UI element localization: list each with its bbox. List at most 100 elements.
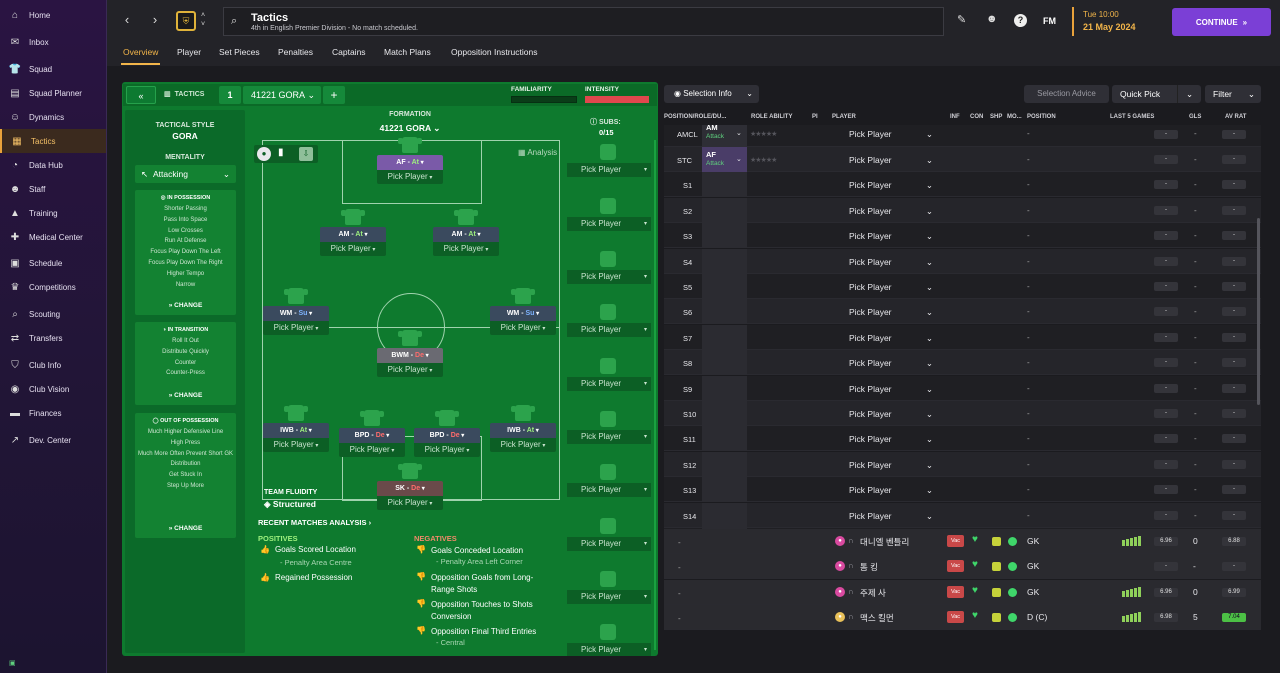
position-role-wm[interactable]: WM - Su ▾: [490, 306, 556, 321]
sub-pick-player-dropdown[interactable]: Pick Player ▾: [567, 270, 651, 284]
table-row[interactable]: - ● ∩ 대니엘 벤틀리 Vac ♥ GK 6.96 0 6.88: [664, 529, 1261, 554]
pick-player-dropdown[interactable]: Pick Player⌄: [849, 384, 943, 394]
table-scrollbar[interactable]: [1257, 218, 1260, 405]
pick-player-dropdown[interactable]: Pick Player⌄: [849, 155, 943, 165]
table-row[interactable]: S8 Pick Player ⌄ - - - -: [664, 350, 1261, 376]
tactical-style-value[interactable]: GORA: [125, 131, 245, 141]
position-role-am[interactable]: AM - At ▾: [320, 227, 386, 242]
table-row[interactable]: - ● ∩ 맥스 킬먼 Vac ♥ D (C) 6.98 5 7.04: [664, 605, 1261, 631]
negative-item[interactable]: Opposition Goals from Long-Range Shots: [431, 572, 553, 596]
tactic-name-dropdown[interactable]: 41221 GORA ⌄: [243, 86, 321, 104]
subs-scrollbar[interactable]: [654, 140, 656, 650]
tab-player[interactable]: Player: [177, 47, 201, 57]
sub-pick-player-dropdown[interactable]: Pick Player ▾: [567, 217, 651, 231]
pick-player-dropdown[interactable]: Pick Player ▾: [263, 321, 329, 335]
analysis-button[interactable]: ▦ Analysis: [518, 148, 557, 157]
player-name[interactable]: 맥스 킬먼: [860, 612, 894, 624]
position-role-bpd[interactable]: BPD - De ▾: [339, 428, 405, 443]
pick-player-dropdown[interactable]: Pick Player⌄: [849, 511, 943, 521]
column-header[interactable]: CON: [970, 114, 983, 120]
edit-pencil-icon[interactable]: ✎: [957, 13, 966, 26]
tab-overview[interactable]: Overview: [120, 47, 161, 65]
sub-pick-player-dropdown[interactable]: Pick Player ▾: [567, 377, 651, 391]
chevron-down-icon[interactable]: ⌄: [736, 129, 742, 137]
table-row[interactable]: AM Attack ⌄ ★★★★★ AMCL Pick Player ⌄ - - - -: [664, 123, 1261, 147]
pick-player-dropdown[interactable]: Pick Player⌄: [849, 485, 943, 495]
tactic-slot-number[interactable]: 1: [219, 86, 241, 104]
recent-matches-link[interactable]: RECENT MATCHES ANALYSIS ›: [258, 518, 371, 527]
date-display[interactable]: Tue 10:00 21 May 2024: [1072, 7, 1162, 36]
column-header[interactable]: GLS: [1189, 114, 1201, 120]
pick-player-dropdown[interactable]: Pick Player ▾: [377, 496, 443, 510]
pick-player-dropdown[interactable]: Pick Player⌄: [849, 282, 943, 292]
negative-item[interactable]: Opposition Final Third Entries: [431, 626, 553, 638]
pick-player-dropdown[interactable]: Pick Player⌄: [849, 231, 943, 241]
pick-player-dropdown[interactable]: Pick Player ▾: [320, 242, 386, 256]
position-role-iwb[interactable]: IWB - At ▾: [490, 423, 556, 438]
role-box[interactable]: [702, 477, 747, 503]
pick-player-dropdown[interactable]: Pick Player ▾: [490, 321, 556, 335]
table-row[interactable]: S4 Pick Player ⌄ - - - -: [664, 248, 1261, 274]
sidebar-item-tactics[interactable]: ▦ Tactics: [0, 129, 106, 153]
role-box[interactable]: [702, 451, 747, 477]
role-box[interactable]: [702, 248, 747, 274]
column-header[interactable]: SHP: [990, 114, 1002, 120]
role-box[interactable]: [702, 172, 747, 198]
position-role-bpd[interactable]: BPD - De ▾: [414, 428, 480, 443]
pick-player-dropdown[interactable]: Pick Player⌄: [849, 434, 943, 444]
page-title-box[interactable]: ⌕ Tactics 4th in English Premier Divisio…: [223, 7, 944, 36]
club-crest-icon[interactable]: ⛨: [176, 11, 196, 31]
sidebar-item-squad[interactable]: 👕 Squad: [0, 57, 106, 81]
mentality-dropdown[interactable]: ↖ Attacking ⌄: [135, 165, 236, 183]
add-tactic-button[interactable]: +: [323, 86, 345, 104]
table-row[interactable]: S6 Pick Player ⌄ - - - -: [664, 299, 1261, 325]
selection-info-dropdown[interactable]: ◉ Selection Info ⌄: [664, 85, 759, 103]
player-view-icon[interactable]: ●: [257, 147, 271, 161]
sub-pick-player-dropdown[interactable]: Pick Player ▾: [567, 590, 651, 604]
formation-dropdown[interactable]: 41221 GORA ⌄: [350, 123, 470, 134]
role-box[interactable]: [702, 375, 747, 401]
table-row[interactable]: S12 Pick Player ⌄ - - - -: [664, 451, 1261, 477]
club-switch-chevron-icon[interactable]: ˄ ˅: [201, 11, 205, 29]
pick-player-dropdown[interactable]: Pick Player ▾: [414, 443, 480, 457]
tab-match-plans[interactable]: Match Plans: [384, 47, 431, 57]
role-box[interactable]: [702, 324, 747, 350]
column-header[interactable]: AV RAT: [1225, 114, 1246, 120]
sidebar-item-dynamics[interactable]: ☺ Dynamics: [0, 105, 106, 129]
position-role-bwm[interactable]: BWM - De ▾: [377, 348, 443, 363]
pick-player-dropdown[interactable]: Pick Player ▾: [263, 438, 329, 452]
pick-player-dropdown[interactable]: Pick Player⌄: [849, 460, 943, 470]
column-header[interactable]: POSITION: [1027, 114, 1056, 120]
forward-arrow-icon[interactable]: ›: [147, 12, 163, 28]
pick-player-dropdown[interactable]: Pick Player⌄: [849, 409, 943, 419]
pick-player-dropdown[interactable]: Pick Player⌄: [849, 257, 943, 267]
chevron-down-icon[interactable]: ⌄: [736, 155, 742, 163]
position-role-wm[interactable]: WM - Su ▾: [263, 306, 329, 321]
position-role-af[interactable]: AF - At ▾: [377, 155, 443, 170]
help-icon[interactable]: ?: [1014, 14, 1027, 27]
pick-player-dropdown[interactable]: Pick Player ▾: [433, 242, 499, 256]
table-row[interactable]: S3 Pick Player ⌄ - - - -: [664, 223, 1261, 249]
positive-item[interactable]: Regained Possession: [275, 573, 352, 582]
sub-pick-player-dropdown[interactable]: Pick Player ▾: [567, 323, 651, 337]
table-row[interactable]: S2 Pick Player ⌄ - - - -: [664, 197, 1261, 223]
column-header[interactable]: ROLE ABILITY: [751, 114, 792, 120]
sub-pick-player-dropdown[interactable]: Pick Player ▾: [567, 537, 651, 551]
pick-player-dropdown[interactable]: Pick Player⌄: [849, 180, 943, 190]
position-role-iwb[interactable]: IWB - At ▾: [263, 423, 329, 438]
table-row[interactable]: S1 Pick Player ⌄ - - - -: [664, 172, 1261, 198]
fm-logo[interactable]: FM: [1043, 16, 1056, 26]
chevron-down-icon[interactable]: ⌄: [1177, 85, 1201, 103]
tab-penalties[interactable]: Penalties: [278, 47, 313, 57]
table-row[interactable]: - ● ∩ 톰 킹 Vac ♥ GK - - -: [664, 554, 1261, 580]
sidebar-item-club-info[interactable]: ⛉ Club Info: [0, 353, 106, 377]
column-header[interactable]: PI: [812, 114, 818, 120]
sidebar-item-home[interactable]: ⌂ Home: [0, 3, 106, 27]
role-box[interactable]: [702, 426, 747, 452]
sidebar-item-inbox[interactable]: ✉ Inbox: [0, 30, 106, 54]
pick-player-dropdown[interactable]: Pick Player ▾: [377, 363, 443, 377]
pick-player-dropdown[interactable]: Pick Player⌄: [849, 358, 943, 368]
negative-item[interactable]: Goals Conceded Location: [431, 545, 553, 557]
continue-button[interactable]: CONTINUE »: [1172, 8, 1271, 36]
pick-player-dropdown[interactable]: Pick Player ▾: [339, 443, 405, 457]
